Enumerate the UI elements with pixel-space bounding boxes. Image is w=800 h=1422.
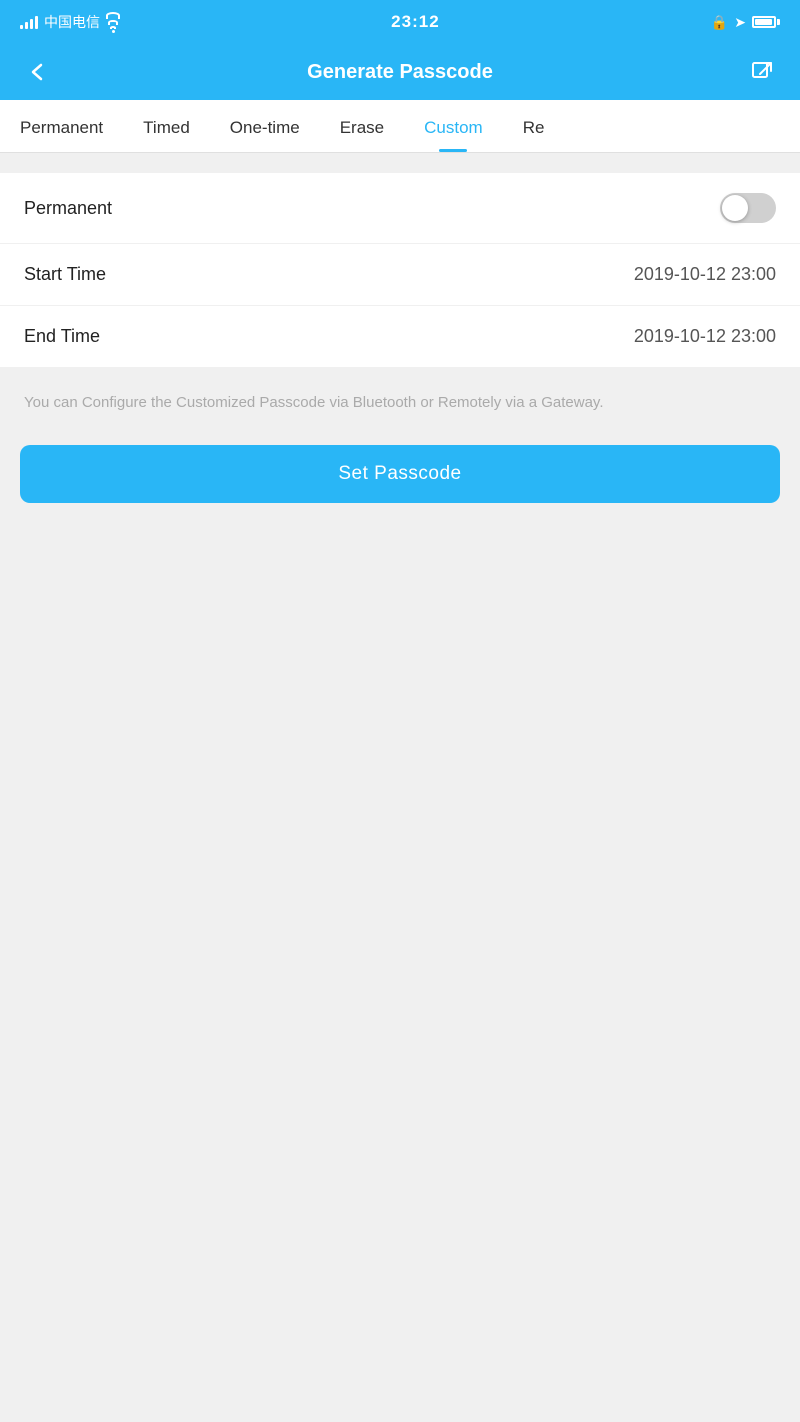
page-title: Generate Passcode — [56, 61, 744, 84]
wifi-icon — [106, 12, 120, 33]
set-passcode-wrap: Set Passcode — [0, 435, 800, 533]
header: Generate Passcode — [0, 44, 800, 100]
end-time-value: 2019-10-12 23:00 — [634, 326, 776, 347]
description-text: You can Configure the Customized Passcod… — [0, 367, 800, 435]
battery-icon — [752, 16, 780, 28]
status-left: 中国电信 — [20, 12, 120, 33]
start-time-label: Start Time — [24, 264, 106, 285]
start-time-row[interactable]: Start Time 2019-10-12 23:00 — [0, 244, 800, 306]
status-time: 23:12 — [391, 12, 439, 32]
tab-permanent[interactable]: Permanent — [0, 100, 123, 152]
status-bar: 中国电信 23:12 🔒 ➤ — [0, 0, 800, 44]
back-button[interactable] — [20, 54, 56, 90]
tab-erase[interactable]: Erase — [320, 100, 404, 152]
location-icon: ➤ — [734, 14, 746, 31]
permanent-label: Permanent — [24, 198, 112, 219]
content: Permanent Start Time 2019-10-12 23:00 En… — [0, 173, 800, 533]
tab-timed[interactable]: Timed — [123, 100, 210, 152]
tab-re[interactable]: Re — [503, 100, 565, 152]
permanent-row: Permanent — [0, 173, 800, 244]
end-time-label: End Time — [24, 326, 100, 347]
set-passcode-button[interactable]: Set Passcode — [20, 445, 780, 503]
signal-icon — [20, 15, 38, 29]
tab-custom[interactable]: Custom — [404, 100, 503, 152]
permanent-toggle[interactable] — [720, 193, 776, 223]
tab-one-time[interactable]: One-time — [210, 100, 320, 152]
carrier-label: 中国电信 — [44, 12, 100, 32]
share-button[interactable] — [744, 54, 780, 90]
end-time-row[interactable]: End Time 2019-10-12 23:00 — [0, 306, 800, 367]
start-time-value: 2019-10-12 23:00 — [634, 264, 776, 285]
settings-card: Permanent Start Time 2019-10-12 23:00 En… — [0, 173, 800, 367]
status-right: 🔒 ➤ — [711, 14, 780, 31]
lock-icon: 🔒 — [711, 14, 728, 31]
tab-bar: Permanent Timed One-time Erase Custom Re — [0, 100, 800, 153]
